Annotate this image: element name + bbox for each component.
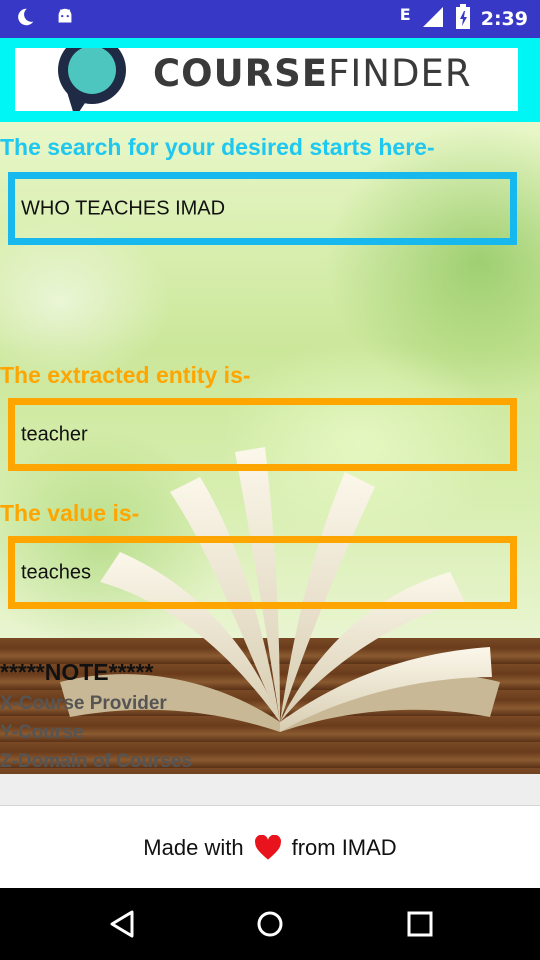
- entity-field[interactable]: teacher: [8, 398, 517, 471]
- search-label: The search for your desired starts here-: [0, 134, 435, 160]
- logo: COURSEFINDER: [15, 48, 518, 111]
- magnifier-logo-icon: [58, 48, 126, 111]
- android-icon: [54, 6, 76, 32]
- network-type-label: E: [399, 4, 411, 24]
- note-line-x: X-Course Provider: [0, 693, 167, 714]
- note-title: *****NOTE*****: [0, 659, 154, 685]
- signal-icon: [421, 5, 445, 33]
- note-line-z: Z-Domain of Courses: [0, 751, 193, 772]
- search-value: WHO TEACHES IMAD: [21, 197, 226, 219]
- moon-icon: [14, 6, 36, 32]
- logo-text: COURSEFINDER: [153, 52, 472, 95]
- footer-prefix: Made with: [143, 834, 244, 860]
- entity-value: teacher: [21, 423, 88, 445]
- status-bar: E 2:39: [0, 0, 540, 38]
- entity-label: The extracted entity is-: [0, 362, 251, 388]
- footer-spacer: [0, 774, 540, 805]
- footer-suffix: from IMAD: [291, 834, 397, 860]
- navigation-bar: [0, 888, 540, 960]
- search-result-field[interactable]: WHO TEACHES IMAD: [8, 172, 517, 245]
- back-icon[interactable]: [104, 906, 140, 942]
- value-field[interactable]: teaches: [8, 536, 517, 609]
- home-icon[interactable]: [252, 906, 288, 942]
- value-value: teaches: [21, 561, 92, 583]
- footer: Made with from IMAD: [0, 805, 540, 889]
- heart-icon: [254, 834, 281, 860]
- value-label: The value is-: [0, 500, 140, 526]
- battery-icon: [455, 4, 471, 34]
- main-content: The search for your desired starts here-…: [0, 122, 540, 774]
- header-banner: COURSEFINDER: [0, 38, 540, 122]
- recents-icon[interactable]: [402, 906, 438, 942]
- note-line-y: Y-Course: [0, 722, 84, 743]
- clock: 2:39: [480, 8, 528, 30]
